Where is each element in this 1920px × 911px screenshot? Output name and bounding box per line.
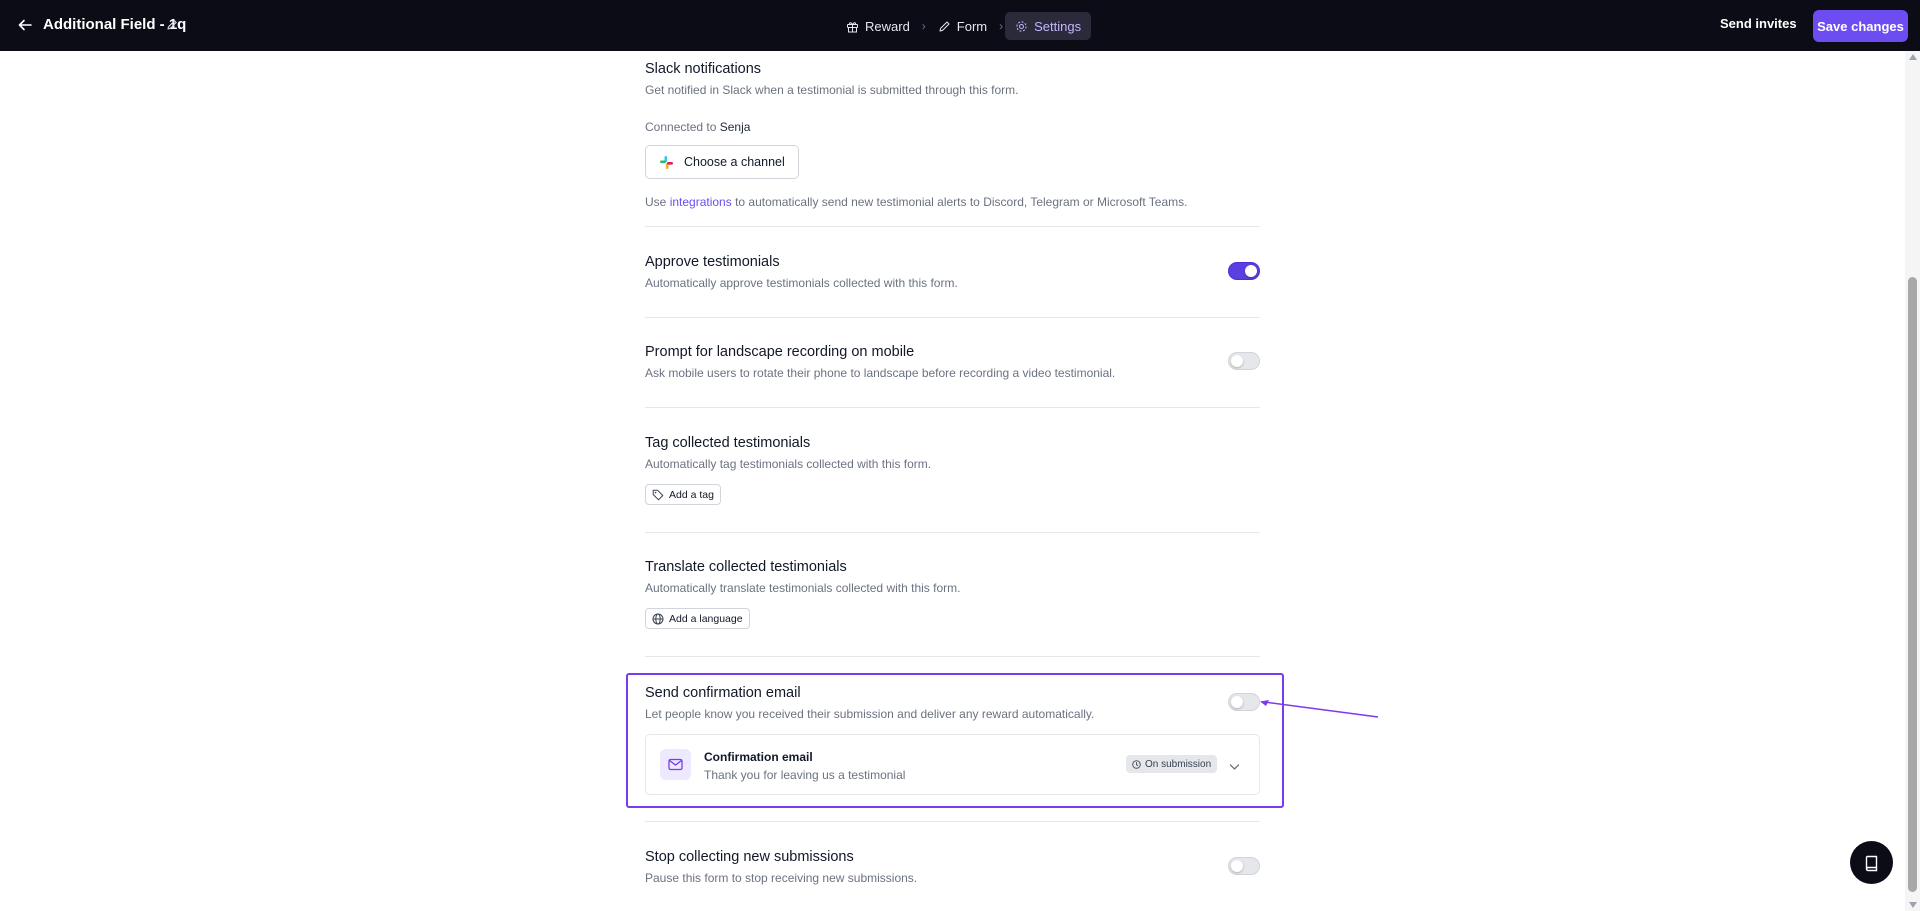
pencil-icon	[939, 21, 950, 31]
choose-channel-button[interactable]: Choose a channel	[645, 145, 799, 179]
approve-desc: Automatically approve testimonials colle…	[645, 276, 958, 290]
save-changes-button[interactable]: Save changes	[1813, 10, 1908, 42]
toggle-knob	[1245, 265, 1257, 277]
stop-desc: Pause this form to stop receiving new su…	[645, 871, 918, 885]
landscape-title: Prompt for landscape recording on mobile	[645, 344, 915, 360]
landscape-section: Prompt for landscape recording on mobile…	[645, 344, 1260, 380]
add-language-label: Add a language	[669, 612, 743, 625]
tag-desc: Automatically tag testimonials collected…	[645, 457, 932, 471]
slack-icon	[660, 155, 673, 169]
slack-desc: Get notified in Slack when a testimonial…	[645, 83, 1019, 97]
divider	[645, 532, 1260, 533]
top-bar: Additional Field - 1q Reward › Form › Se…	[0, 0, 1920, 51]
approve-toggle[interactable]	[1228, 262, 1260, 280]
tag-title: Tag collected testimonials	[645, 435, 811, 451]
toggle-knob	[1231, 355, 1243, 367]
scroll-up-icon[interactable]	[1909, 54, 1917, 60]
step-nav: Reward › Form › Settings	[836, 12, 1092, 40]
connected-workspace: Senja	[719, 120, 751, 134]
landscape-desc: Ask mobile users to rotate their phone t…	[645, 366, 1116, 380]
integrations-link[interactable]: integrations	[670, 195, 732, 209]
form-title: Additional Field - 1q	[43, 16, 187, 33]
stop-title: Stop collecting new submissions	[645, 849, 854, 865]
edit-title-pencil-icon[interactable]	[166, 18, 180, 32]
gift-icon	[847, 21, 858, 32]
step-settings[interactable]: Settings	[1005, 12, 1092, 40]
tag-section: Tag collected testimonials Automatically…	[645, 435, 1260, 506]
highlight-box	[626, 673, 1284, 808]
step-reward[interactable]: Reward	[836, 12, 920, 40]
translate-desc: Automatically translate testimonials col…	[645, 581, 961, 595]
approve-section: Approve testimonials Automatically appro…	[645, 254, 1260, 290]
chevron-right-icon: ›	[999, 19, 1004, 33]
chevron-right-icon: ›	[921, 19, 926, 33]
step-form-label: Form	[956, 18, 988, 34]
toggle-knob	[1231, 860, 1243, 872]
add-tag-label: Add a tag	[669, 488, 714, 501]
send-invites-button[interactable]: Send invites	[1720, 16, 1797, 31]
stop-toggle[interactable]	[1228, 857, 1260, 875]
slack-connected: Connected to Senja	[645, 120, 1260, 134]
translate-section: Translate collected testimonials Automat…	[645, 559, 1260, 630]
divider	[645, 407, 1260, 408]
approve-title: Approve testimonials	[645, 254, 780, 270]
scrollbar[interactable]	[1905, 51, 1920, 911]
step-reward-label: Reward	[865, 18, 910, 34]
step-settings-label: Settings	[1034, 18, 1082, 34]
integrations-note: Use integrations to automatically send n…	[645, 195, 1260, 209]
add-tag-button[interactable]: Add a tag	[645, 484, 721, 505]
annotation-arrow-icon	[1260, 700, 1379, 718]
add-language-button[interactable]: Add a language	[645, 608, 750, 629]
gear-icon	[1016, 20, 1027, 32]
divider	[645, 226, 1260, 227]
book-icon	[1865, 855, 1877, 871]
slack-section: Slack notifications Get notified in Slac…	[645, 61, 1260, 209]
slack-title: Slack notifications	[645, 61, 762, 77]
scroll-thumb[interactable]	[1908, 277, 1917, 892]
divider	[645, 821, 1260, 822]
help-chat-button[interactable]	[1850, 841, 1893, 884]
tag-icon	[652, 489, 664, 500]
note-suffix: to automatically send new testimonial al…	[731, 195, 1188, 209]
divider	[645, 656, 1260, 657]
step-form[interactable]: Form	[928, 12, 997, 40]
connected-prefix: Connected to	[645, 120, 720, 134]
scroll-down-icon[interactable]	[1909, 902, 1917, 908]
translate-title: Translate collected testimonials	[645, 559, 847, 575]
landscape-toggle[interactable]	[1228, 352, 1260, 370]
divider	[645, 317, 1260, 318]
choose-channel-label: Choose a channel	[684, 155, 785, 169]
stop-section: Stop collecting new submissions Pause th…	[645, 849, 1260, 885]
back-arrow-icon[interactable]	[14, 14, 36, 36]
note-prefix: Use	[645, 195, 670, 209]
globe-icon	[652, 613, 664, 624]
